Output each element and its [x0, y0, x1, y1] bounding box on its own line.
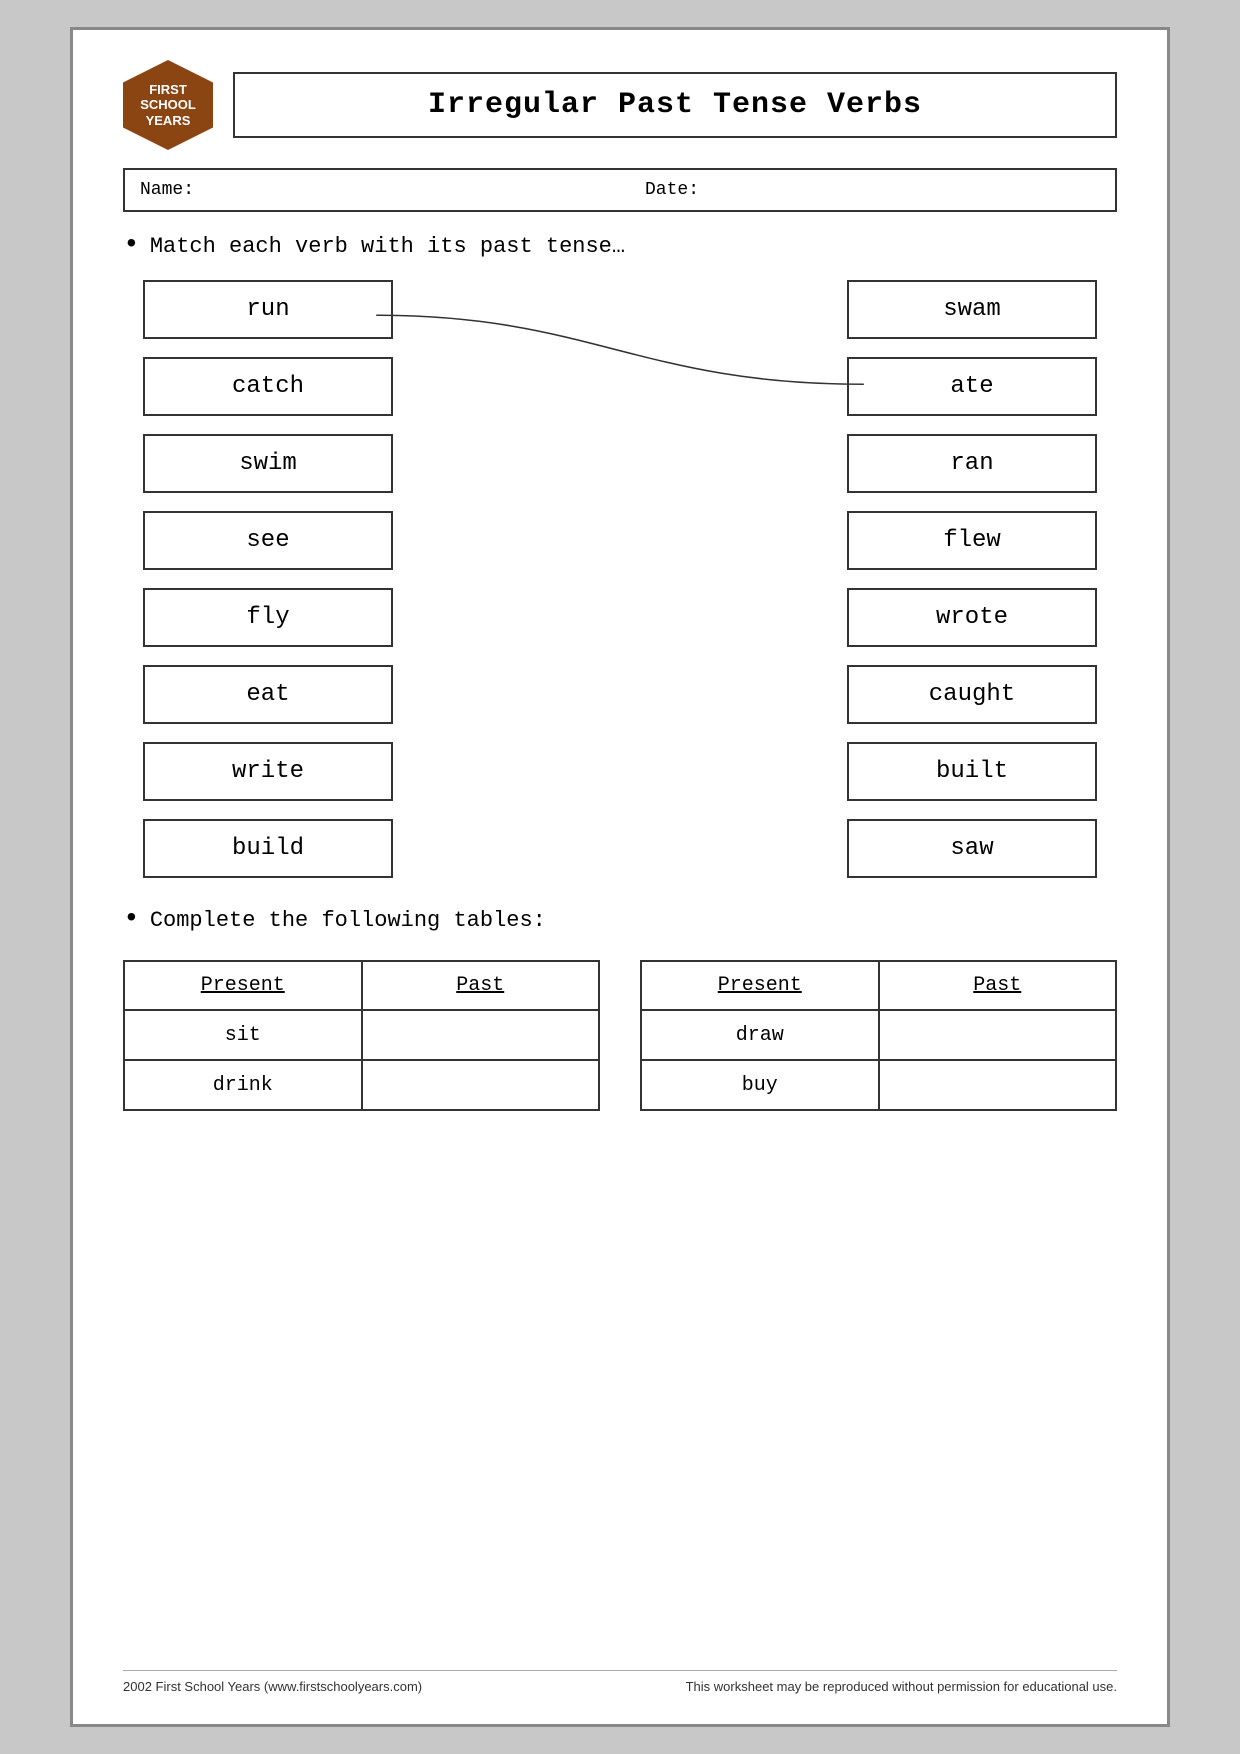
tables-section: Present Past sit drink [123, 960, 1117, 1111]
left-column: run catch swim see fly eat write build [143, 280, 393, 878]
bullet-2: • [123, 906, 140, 934]
tables-row: Present Past sit drink [123, 960, 1117, 1111]
instruction-1: • Match each verb with its past tense… [123, 234, 1117, 260]
table1-sit-past[interactable] [362, 1010, 600, 1060]
word-box-see: see [143, 511, 393, 570]
table-2: Present Past draw buy [640, 960, 1117, 1111]
date-label: Date: [595, 180, 1100, 200]
logo-text: FIRST SCHOOL YEARS [140, 82, 196, 129]
table-row: draw [641, 1010, 1116, 1060]
table2-buy-past[interactable] [879, 1060, 1117, 1110]
logo: FIRST SCHOOL YEARS [123, 60, 213, 150]
footer-left: 2002 First School Years (www.firstschool… [123, 1679, 422, 1694]
word-box-swim: swim [143, 434, 393, 493]
name-date-row: Name: Date: [123, 168, 1117, 212]
word-box-built: built [847, 742, 1097, 801]
word-box-eat: eat [143, 665, 393, 724]
table2-header-past: Past [879, 961, 1117, 1010]
table-row: buy [641, 1060, 1116, 1110]
matching-section: run catch swim see fly eat write build s… [123, 280, 1117, 878]
table2-header-present: Present [641, 961, 879, 1010]
table1-header-present: Present [124, 961, 362, 1010]
bullet-1: • [123, 232, 140, 260]
table-1: Present Past sit drink [123, 960, 600, 1111]
page-title: Irregular Past Tense Verbs [233, 72, 1117, 138]
word-box-build: build [143, 819, 393, 878]
page: FIRST SCHOOL YEARS Irregular Past Tense … [70, 27, 1170, 1727]
word-box-saw: saw [847, 819, 1097, 878]
word-box-swam: swam [847, 280, 1097, 339]
right-column: swam ate ran flew wrote caught built saw [847, 280, 1097, 878]
word-box-ate: ate [847, 357, 1097, 416]
footer-right: This worksheet may be reproduced without… [686, 1679, 1117, 1694]
word-box-flew: flew [847, 511, 1097, 570]
table2-buy-present: buy [641, 1060, 879, 1110]
table1-drink-present: drink [124, 1060, 362, 1110]
word-box-run: run [143, 280, 393, 339]
word-box-write: write [143, 742, 393, 801]
header: FIRST SCHOOL YEARS Irregular Past Tense … [123, 60, 1117, 150]
word-box-fly: fly [143, 588, 393, 647]
table1-header-past: Past [362, 961, 600, 1010]
name-label: Name: [140, 180, 595, 200]
table-row: drink [124, 1060, 599, 1110]
word-box-catch: catch [143, 357, 393, 416]
word-box-caught: caught [847, 665, 1097, 724]
table1-sit-present: sit [124, 1010, 362, 1060]
table1-drink-past[interactable] [362, 1060, 600, 1110]
word-box-wrote: wrote [847, 588, 1097, 647]
footer: 2002 First School Years (www.firstschool… [123, 1670, 1117, 1694]
table2-draw-past[interactable] [879, 1010, 1117, 1060]
word-box-ran: ran [847, 434, 1097, 493]
table-row: sit [124, 1010, 599, 1060]
instruction-2: • Complete the following tables: [123, 908, 1117, 934]
table2-draw-present: draw [641, 1010, 879, 1060]
